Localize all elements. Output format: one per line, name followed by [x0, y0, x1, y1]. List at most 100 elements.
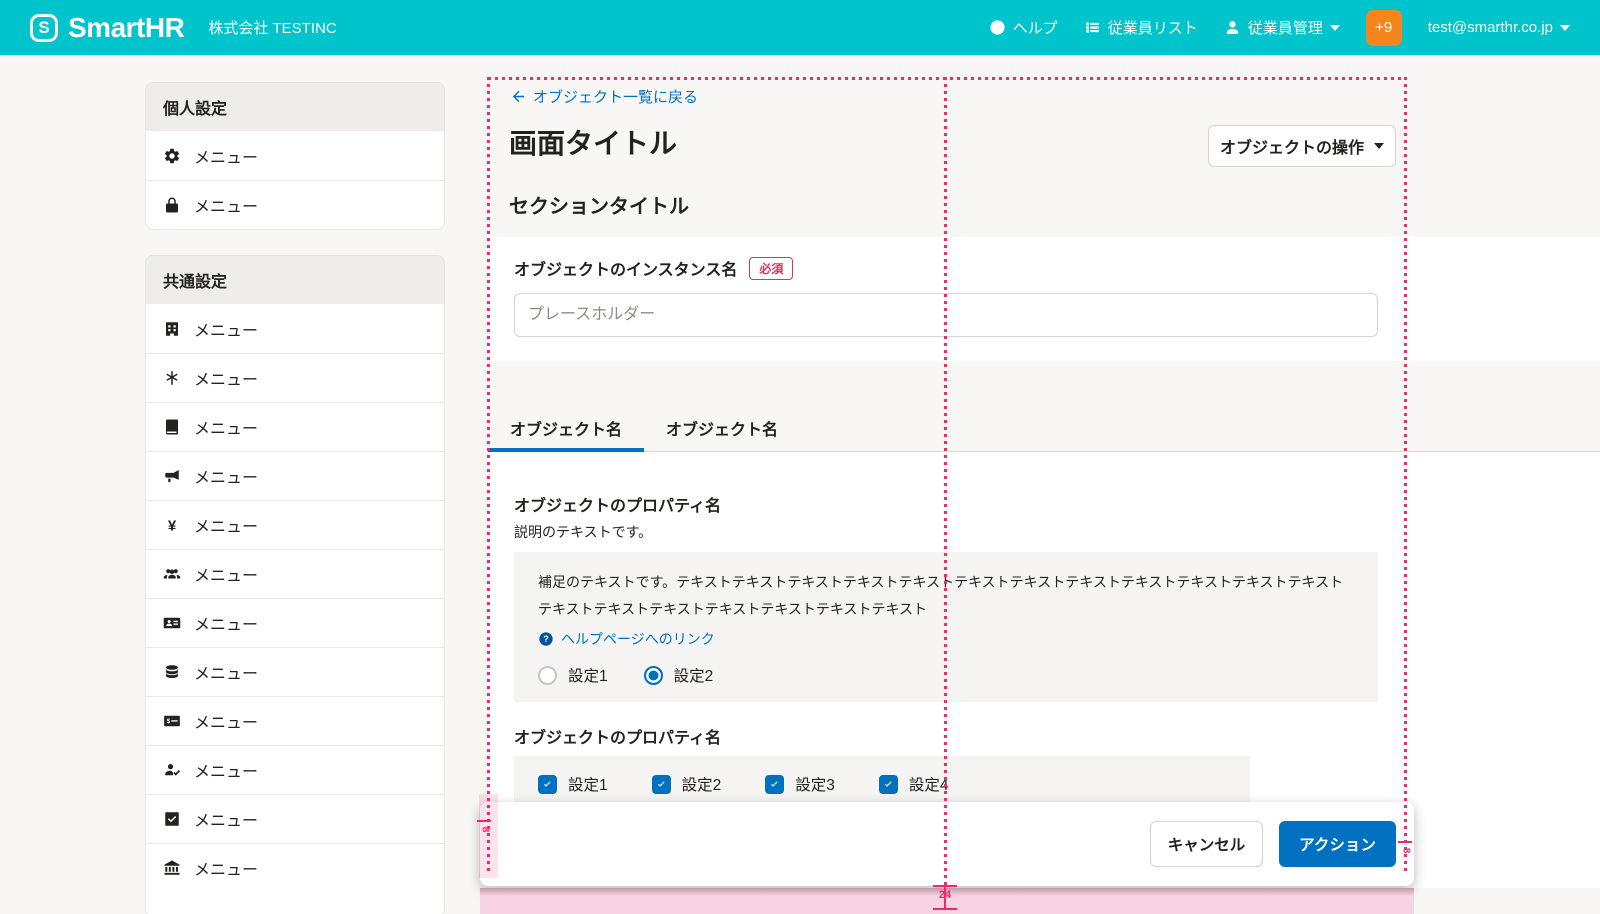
checkbox-option[interactable]: 設定1	[538, 773, 608, 795]
company-name: 株式会社 TESTINC	[208, 17, 336, 38]
radio-label: 設定1	[568, 664, 608, 686]
list-icon	[1084, 19, 1101, 36]
sidebar-item-menu[interactable]: メニュー	[146, 304, 444, 353]
sidebar-group-personal: 個人設定 メニュー メニュー	[145, 82, 445, 230]
check-icon	[768, 778, 781, 791]
check-icon	[541, 778, 554, 791]
sidebar-item-label: メニュー	[194, 193, 258, 217]
checkbox[interactable]	[652, 775, 671, 794]
help-nav-item[interactable]: ヘルプ	[989, 17, 1058, 38]
sidebar-item-menu[interactable]: メニュー	[146, 131, 444, 180]
sidebar-item-menu[interactable]: メニュー	[146, 647, 444, 696]
menu-item-icon	[163, 467, 181, 485]
sidebar-group-title: 共通設定	[146, 256, 444, 304]
sidebar-list: メニュー メニュー	[146, 131, 444, 229]
property-1-fieldset: 補足のテキストです。テキストテキストテキストテキストテキストテキストテキストテキ…	[514, 552, 1378, 702]
sidebar-item-menu[interactable]: メニュー	[146, 696, 444, 745]
property-description: 説明のテキストです。	[514, 522, 652, 542]
cancel-button[interactable]: キャンセル	[1150, 821, 1263, 867]
section-title: セクションタイトル	[509, 190, 689, 219]
tab-object-name[interactable]: オブジェクト名	[644, 404, 800, 452]
sidebar-item-label: メニュー	[194, 144, 258, 168]
checkbox-label: 設定2	[682, 773, 722, 795]
radio-option[interactable]: 設定2	[644, 664, 714, 686]
smarthr-logo[interactable]: S SmartHR	[30, 12, 184, 44]
sidebar-group-title: 個人設定	[146, 83, 444, 131]
check-icon	[882, 778, 895, 791]
smarthr-logo-icon: S	[30, 14, 58, 42]
sidebar-item-label: メニュー	[194, 807, 258, 831]
floating-action-bar: キャンセル アクション	[480, 802, 1414, 886]
checkbox-label: 設定4	[909, 773, 949, 795]
sidebar-group-common: 共通設定 メニュー メニュー メニュー	[145, 255, 445, 914]
menu-item-icon	[163, 320, 181, 338]
checkbox-label: 設定1	[568, 773, 608, 795]
checkbox-option[interactable]: 設定2	[652, 773, 722, 795]
back-to-object-list-link[interactable]: オブジェクト一覧に戻る	[510, 86, 698, 107]
brand-name: SmartHR	[68, 12, 184, 44]
sidebar-item-menu[interactable]: メニュー	[146, 549, 444, 598]
radio-button[interactable]	[644, 666, 663, 685]
checkbox[interactable]	[538, 775, 557, 794]
account-menu[interactable]: test@smarthr.co.jp	[1428, 19, 1570, 36]
sidebar-item-label: メニュー	[194, 856, 258, 880]
radio-option[interactable]: 設定1	[538, 664, 608, 686]
checkbox-group: 設定1 設定2 設定3 設定4	[538, 773, 1226, 795]
instance-name-input[interactable]	[514, 293, 1378, 337]
sidebar-item-cutoff	[146, 892, 444, 914]
sidebar-item-label: メニュー	[194, 562, 258, 586]
supplement-text: 補足のテキストです。テキストテキストテキストテキストテキストテキストテキストテキ…	[538, 569, 1354, 623]
tab-object-name[interactable]: オブジェクト名	[488, 404, 644, 452]
sidebar-item-label: メニュー	[194, 758, 258, 782]
menu-item-icon	[163, 810, 181, 828]
sidebar-item-label: メニュー	[194, 709, 258, 733]
action-button[interactable]: アクション	[1279, 821, 1396, 867]
checkbox-label: 設定3	[795, 773, 835, 795]
property-label-1: オブジェクトのプロパティ名	[514, 492, 721, 516]
menu-item-icon	[163, 369, 181, 387]
sidebar-item-label: メニュー	[194, 513, 258, 537]
sidebar-item-menu[interactable]: メニュー	[146, 180, 444, 229]
checkbox-option[interactable]: 設定3	[765, 773, 835, 795]
sidebar-item-label: メニュー	[194, 464, 258, 488]
help-icon	[538, 631, 554, 647]
sidebar-item-menu[interactable]: メニュー	[146, 794, 444, 843]
menu-item-icon	[163, 516, 181, 534]
radio-group: 設定1 設定2	[538, 664, 1354, 686]
menu-item-icon	[163, 614, 181, 632]
menu-item-icon	[163, 761, 181, 779]
checkbox-option[interactable]: 設定4	[879, 773, 949, 795]
instance-name-label-row: オブジェクトのインスタンス名 必須	[514, 256, 793, 280]
employee-list-nav-item[interactable]: 従業員リスト	[1084, 17, 1198, 38]
tab-bar: オブジェクト名 オブジェクト名	[488, 404, 800, 452]
checkbox[interactable]	[765, 775, 784, 794]
sidebar-item-label: メニュー	[194, 660, 258, 684]
employee-admin-nav-item[interactable]: 従業員管理	[1224, 17, 1340, 38]
arrow-left-icon	[510, 88, 527, 105]
sidebar-item-menu[interactable]: メニュー	[146, 451, 444, 500]
property-label-2: オブジェクトのプロパティ名	[514, 724, 721, 748]
top-bar: S SmartHR 株式会社 TESTINC ヘルプ 従業員リスト 従業員管理 …	[0, 0, 1600, 55]
top-bar-nav: ヘルプ 従業員リスト 従業員管理 +9 test@smarthr.co.jp	[989, 10, 1570, 46]
menu-item-icon	[163, 565, 181, 583]
sidebar-item-menu[interactable]: メニュー	[146, 843, 444, 892]
page-title: 画面タイトル	[509, 122, 677, 162]
help-page-link[interactable]: ヘルプページへのリンク	[538, 629, 715, 649]
notification-badge[interactable]: +9	[1366, 10, 1402, 46]
sidebar-item-menu[interactable]: メニュー	[146, 500, 444, 549]
sidebar-item-menu[interactable]: メニュー	[146, 745, 444, 794]
smarthr-screen: S SmartHR 株式会社 TESTINC ヘルプ 従業員リスト 従業員管理 …	[0, 0, 1600, 914]
required-badge: 必須	[749, 257, 793, 280]
object-actions-button[interactable]: オブジェクトの操作	[1208, 125, 1396, 167]
radio-button[interactable]	[538, 666, 557, 685]
menu-item-icon	[163, 663, 181, 681]
menu-item-icon	[163, 859, 181, 877]
checkbox[interactable]	[879, 775, 898, 794]
sidebar-list: メニュー メニュー メニュー メニュー	[146, 304, 444, 892]
sidebar-item-menu[interactable]: メニュー	[146, 402, 444, 451]
sidebar-item-menu[interactable]: メニュー	[146, 353, 444, 402]
chevron-down-icon	[1330, 25, 1340, 31]
sidebar-item-menu[interactable]: メニュー	[146, 598, 444, 647]
radio-label: 設定2	[674, 664, 714, 686]
sidebar-item-label: メニュー	[194, 317, 258, 341]
